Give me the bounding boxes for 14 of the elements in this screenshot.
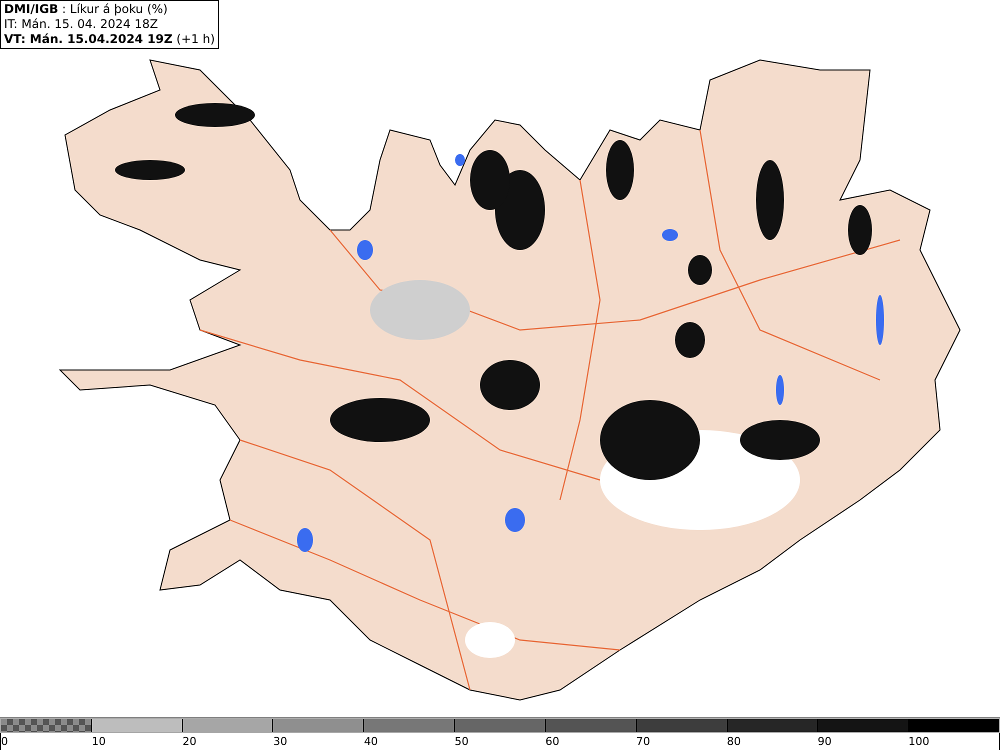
scale-label: 30: [273, 734, 288, 750]
scale-label: 100: [908, 734, 930, 750]
scale-label: 40: [364, 734, 378, 750]
map-info-line: VT: Mán. 15.04.2024 19Z (+1 h): [4, 32, 215, 47]
scale-label: 10: [92, 734, 106, 750]
scale-label: 0: [1, 734, 8, 750]
scale-label: 60: [545, 734, 560, 750]
scale-label: 20: [182, 734, 196, 750]
map-info-line: IT: Mán. 15. 04. 2024 18Z: [4, 17, 159, 32]
scale-label: 90: [818, 734, 832, 750]
scale-label: 70: [636, 734, 650, 750]
scale-label: 80: [726, 734, 741, 750]
map-info-line: DMI/IGB : Líkur á þoku (%): [4, 2, 169, 17]
scale-label: 50: [454, 734, 469, 750]
